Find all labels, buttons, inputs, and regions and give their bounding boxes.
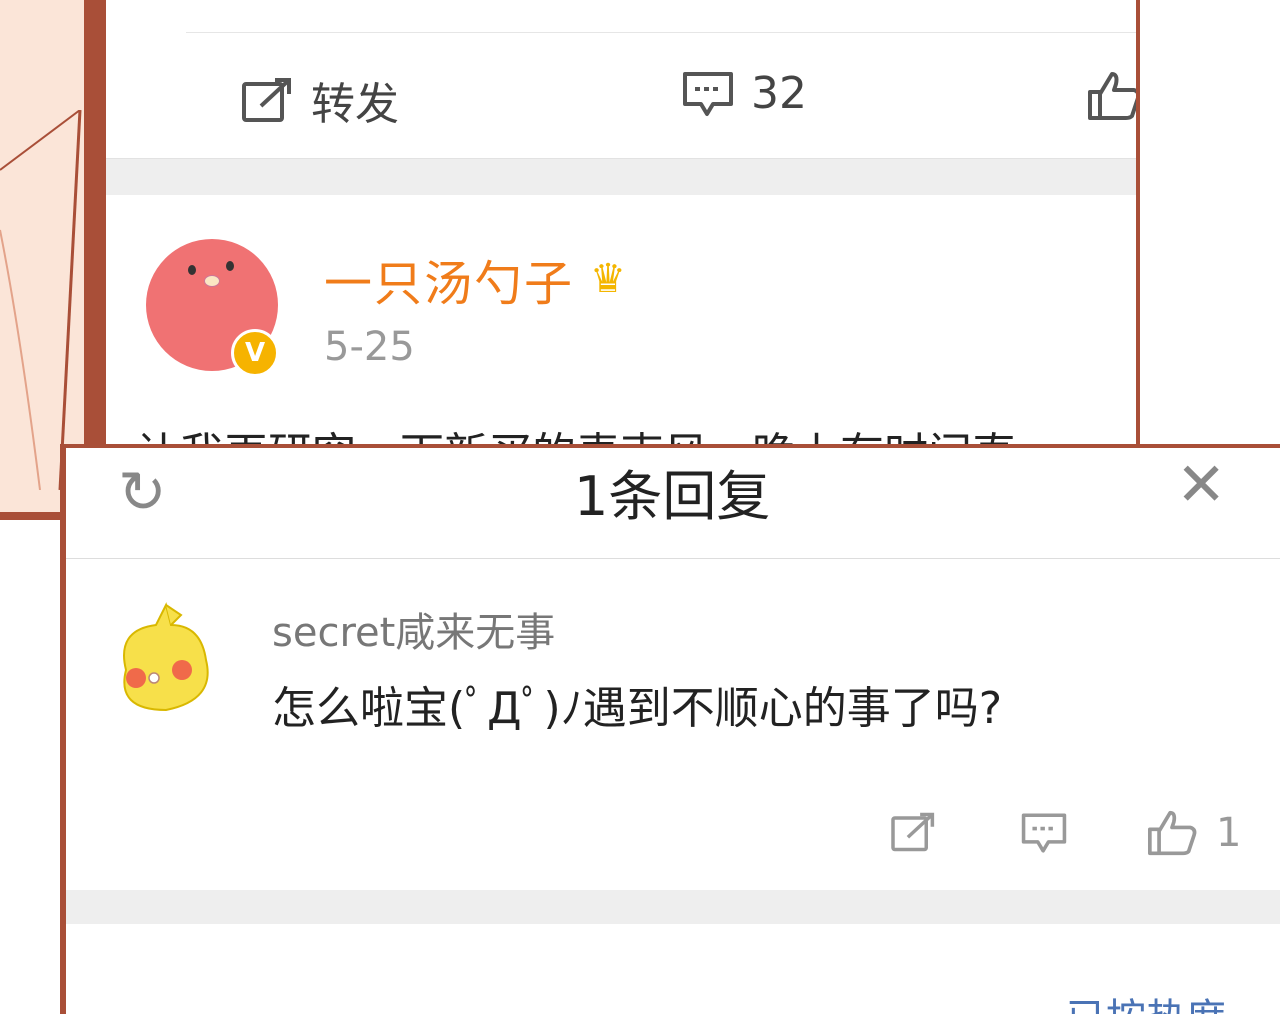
post-panel: 转发 32 V 一只汤勺子 ♛ 5-25 让我再研究一下新买的麦克风，晚上有时 xyxy=(84,0,1140,446)
reply-share-button[interactable] xyxy=(890,811,938,853)
dialog-title: 1条回复 xyxy=(574,465,771,528)
post-header: V 一只汤勺子 ♛ 5-25 xyxy=(106,194,1136,424)
reply-comment-button[interactable] xyxy=(1020,811,1068,855)
reply-item: secret咸来无事 怎么啦宝(ﾟДﾟ)ﾉ遇到不顺心的事了吗? 1 xyxy=(66,560,1280,890)
avatar-eye xyxy=(188,265,196,275)
share-icon xyxy=(242,78,291,122)
avatar-eye xyxy=(226,261,234,271)
like-button[interactable] xyxy=(1086,70,1136,122)
reply-username[interactable]: secret咸来无事 xyxy=(272,600,555,658)
crown-icon: ♛ xyxy=(590,256,628,302)
comic-line-art xyxy=(0,110,82,490)
divider xyxy=(186,32,1136,33)
share-label: 转发 xyxy=(311,79,399,130)
comment-icon xyxy=(1021,813,1067,853)
close-icon[interactable]: ✕ xyxy=(1176,450,1226,520)
reply-avatar[interactable] xyxy=(106,600,226,720)
author-name: 一只汤勺子 xyxy=(324,256,575,312)
section-separator xyxy=(66,890,1280,924)
author-name-row[interactable]: 一只汤勺子 ♛ xyxy=(324,244,628,314)
post-date: 5-25 xyxy=(324,324,415,370)
reply-text: 怎么啦宝(ﾟДﾟ)ﾉ遇到不顺心的事了吗? xyxy=(272,683,1003,734)
post-text: 让我再研究一下新买的麦克风，晚上有时间直 xyxy=(136,418,1016,446)
comment-icon xyxy=(683,71,733,116)
replies-dialog: ↻ 1条回复 ✕ secret咸来无事 怎么啦宝(ﾟДﾟ)ﾉ遇到不顺心的事了吗? xyxy=(60,444,1280,1014)
comment-button[interactable]: 32 xyxy=(681,68,807,119)
reply-like-button[interactable]: 1 xyxy=(1146,809,1241,857)
share-button[interactable]: 转发 xyxy=(241,68,399,132)
like-icon xyxy=(1148,810,1197,856)
avatar-beak xyxy=(204,275,220,287)
reply-action-bar: 1 xyxy=(66,805,1280,875)
sort-indicator[interactable]: 已按热度 xyxy=(1066,986,1226,1014)
comment-count: 32 xyxy=(751,68,807,119)
dialog-header: ↻ 1条回复 ✕ xyxy=(66,448,1280,559)
section-separator xyxy=(106,158,1136,195)
like-icon xyxy=(1088,72,1136,120)
verified-badge: V xyxy=(231,329,279,377)
reply-like-count: 1 xyxy=(1216,810,1242,856)
post-action-bar: 转发 32 xyxy=(106,40,1136,155)
share-icon xyxy=(891,812,935,852)
refresh-icon[interactable]: ↻ xyxy=(118,458,167,526)
